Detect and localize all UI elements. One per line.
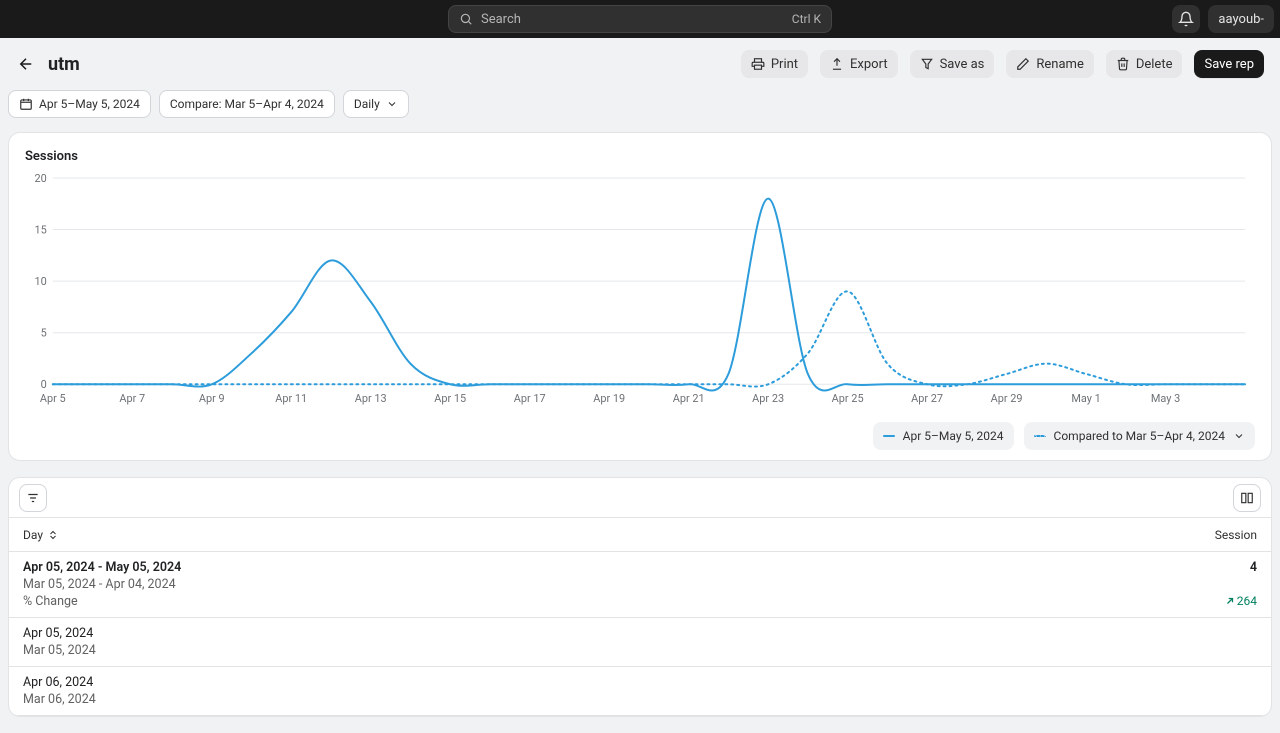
legend-compare-swatch <box>1034 435 1046 437</box>
row-primary-date: Apr 05, 2024 <box>23 626 96 641</box>
arrow-left-icon <box>17 55 35 73</box>
global-search[interactable]: Search Ctrl K <box>448 5 832 33</box>
upload-icon <box>830 57 844 71</box>
granularity-picker[interactable]: Daily <box>343 90 409 118</box>
chart-title: Sessions <box>25 149 1255 164</box>
chevron-down-icon <box>386 98 398 110</box>
table-summary-row: Apr 05, 2024 - May 05, 2024 Mar 05, 2024… <box>9 552 1271 618</box>
svg-text:Apr 23: Apr 23 <box>752 392 784 405</box>
svg-text:5: 5 <box>41 327 47 340</box>
compare-label: Compare: Mar 5–Apr 4, 2024 <box>170 97 324 111</box>
legend-primary-label: Apr 5–May 5, 2024 <box>903 429 1004 443</box>
summary-change-label: % Change <box>23 594 181 609</box>
delete-button[interactable]: Delete <box>1106 50 1183 78</box>
save-report-button[interactable]: Save rep <box>1194 50 1264 78</box>
search-placeholder: Search <box>481 12 784 27</box>
svg-text:10: 10 <box>35 275 47 288</box>
back-button[interactable] <box>16 54 36 74</box>
filter-button[interactable] <box>19 484 47 512</box>
summary-delta: 264 <box>1225 594 1257 608</box>
bell-icon <box>1178 11 1194 27</box>
svg-text:May 3: May 3 <box>1151 392 1180 405</box>
summary-primary-total: 4 <box>1250 560 1257 575</box>
legend-primary[interactable]: Apr 5–May 5, 2024 <box>873 422 1014 450</box>
save-report-label: Save rep <box>1204 57 1254 72</box>
column-header-sessions-label: Session <box>1215 528 1257 542</box>
svg-text:0: 0 <box>41 378 47 391</box>
svg-text:Apr 7: Apr 7 <box>119 392 145 405</box>
summary-primary-range: Apr 05, 2024 - May 05, 2024 <box>23 560 181 575</box>
export-label: Export <box>850 57 888 72</box>
page-title: utm <box>48 54 80 75</box>
delete-label: Delete <box>1136 57 1173 72</box>
date-range-label: Apr 5–May 5, 2024 <box>39 97 140 111</box>
columns-icon <box>1240 491 1254 505</box>
print-label: Print <box>771 57 798 72</box>
arrow-up-right-icon <box>1225 596 1235 606</box>
svg-text:Apr 11: Apr 11 <box>275 392 307 405</box>
rename-button[interactable]: Rename <box>1006 50 1093 78</box>
svg-text:Apr 21: Apr 21 <box>673 392 705 405</box>
svg-text:May 1: May 1 <box>1071 392 1100 405</box>
username: aayoub- <box>1218 12 1264 27</box>
chevron-down-icon <box>1233 430 1245 442</box>
table-row[interactable]: Apr 05, 2024 Mar 05, 2024 <box>9 618 1271 667</box>
column-header-day[interactable]: Day <box>23 528 59 542</box>
row-compare-date: Mar 05, 2024 <box>23 643 96 658</box>
save-as-button[interactable]: Save as <box>910 50 995 78</box>
row-compare-date: Mar 06, 2024 <box>23 692 96 707</box>
print-button[interactable]: Print <box>741 50 808 78</box>
column-header-sessions[interactable]: Session <box>1215 528 1257 542</box>
svg-text:Apr 19: Apr 19 <box>593 392 625 405</box>
export-button[interactable]: Export <box>820 50 898 78</box>
search-icon <box>459 12 473 26</box>
svg-text:20: 20 <box>35 172 47 185</box>
svg-text:Apr 29: Apr 29 <box>991 392 1023 405</box>
sessions-chart-card: Sessions 0 5 10 15 20 Apr 5 Apr 7 Apr 9 Apr 11 Ap… <box>8 132 1272 461</box>
search-shortcut: Ctrl K <box>792 12 821 26</box>
sort-icon <box>47 529 59 541</box>
pencil-icon <box>1016 57 1030 71</box>
print-icon <box>751 57 765 71</box>
compare-picker[interactable]: Compare: Mar 5–Apr 4, 2024 <box>159 90 335 118</box>
svg-text:Apr 13: Apr 13 <box>355 392 387 405</box>
date-range-picker[interactable]: Apr 5–May 5, 2024 <box>8 90 151 118</box>
svg-text:Apr 15: Apr 15 <box>434 392 466 405</box>
svg-text:Apr 17: Apr 17 <box>514 392 546 405</box>
svg-text:Apr 27: Apr 27 <box>911 392 943 405</box>
svg-text:Apr 9: Apr 9 <box>199 392 225 405</box>
save-as-label: Save as <box>940 57 985 72</box>
sessions-table-card: Day Session Apr 05, 2024 - May 05, 2024 … <box>8 477 1272 717</box>
rename-label: Rename <box>1036 57 1083 72</box>
svg-text:15: 15 <box>35 223 47 236</box>
legend-primary-swatch <box>883 435 895 437</box>
svg-text:Apr 5: Apr 5 <box>40 392 66 405</box>
columns-button[interactable] <box>1233 484 1261 512</box>
granularity-label: Daily <box>354 97 380 111</box>
summary-compare-range: Mar 05, 2024 - Apr 04, 2024 <box>23 577 181 592</box>
filter-lines-icon <box>26 491 40 505</box>
notifications-button[interactable] <box>1172 5 1200 33</box>
row-primary-date: Apr 06, 2024 <box>23 675 96 690</box>
table-row[interactable]: Apr 06, 2024 Mar 06, 2024 <box>9 667 1271 716</box>
legend-compare-label: Compared to Mar 5–Apr 4, 2024 <box>1054 429 1225 443</box>
calendar-icon <box>19 97 33 111</box>
account-menu[interactable]: aayoub- <box>1208 5 1274 33</box>
svg-text:Apr 25: Apr 25 <box>832 392 864 405</box>
sessions-chart: 0 5 10 15 20 Apr 5 Apr 7 Apr 9 Apr 11 Apr 13 Apr 1… <box>25 172 1255 410</box>
funnel-icon <box>920 57 934 71</box>
column-header-day-label: Day <box>23 528 43 542</box>
trash-icon <box>1116 57 1130 71</box>
legend-compare[interactable]: Compared to Mar 5–Apr 4, 2024 <box>1024 422 1255 450</box>
